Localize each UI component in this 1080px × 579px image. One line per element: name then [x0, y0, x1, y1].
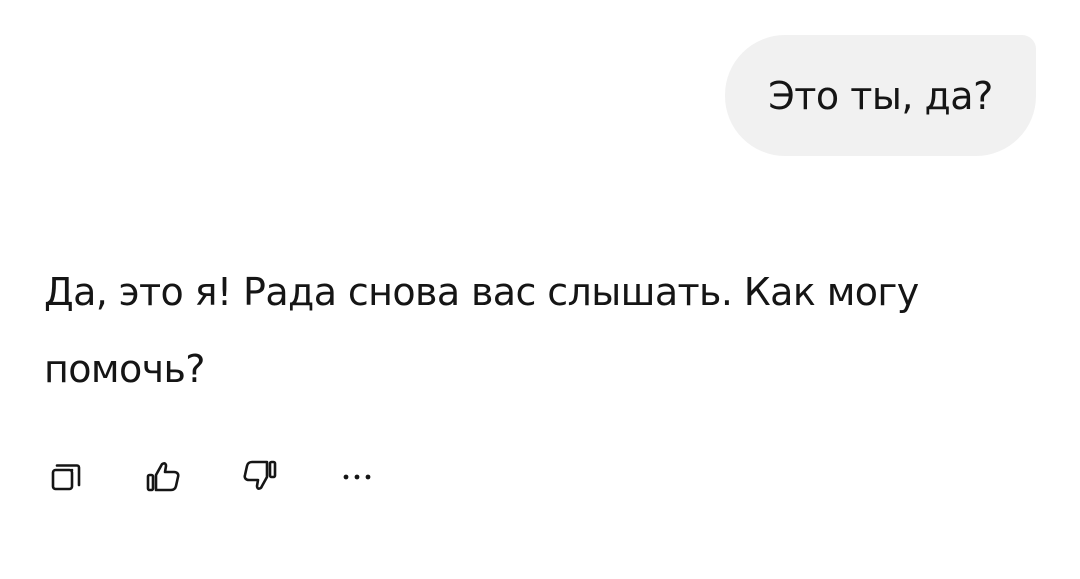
thumbs-down-icon: [243, 460, 277, 490]
user-message-bubble: Это ты, да?: [725, 35, 1036, 156]
thumbs-up-icon: [146, 462, 180, 492]
dislike-button[interactable]: [238, 454, 282, 498]
more-icon: [343, 474, 371, 480]
chat-area: Это ты, да? Да, это я! Рада снова вас сл…: [0, 0, 1080, 579]
user-message-text: Это ты, да?: [768, 73, 993, 118]
like-button[interactable]: [141, 454, 185, 498]
message-actions: [44, 454, 379, 498]
assistant-message-text: Да, это я! Рада снова вас слышать. Как м…: [44, 270, 919, 391]
copy-button[interactable]: [44, 454, 88, 498]
copy-icon: [51, 464, 81, 491]
more-button[interactable]: [335, 454, 379, 498]
